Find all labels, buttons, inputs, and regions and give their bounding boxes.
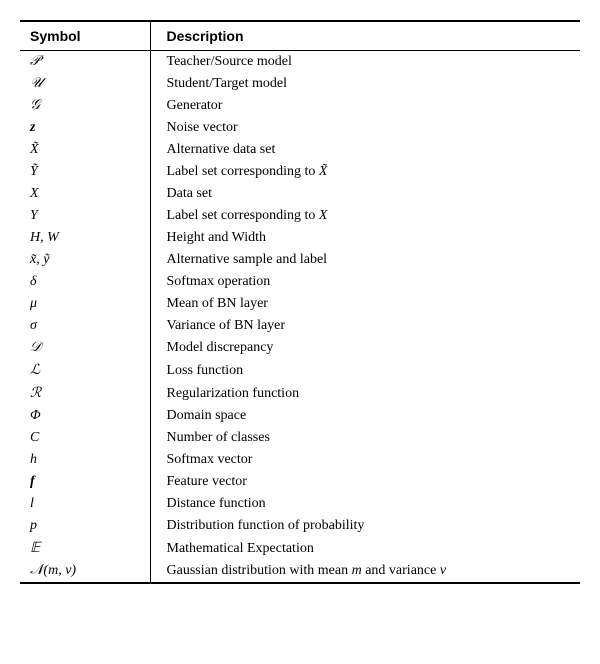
symbol-cell: Ỹ — [20, 161, 150, 183]
symbol-cell: 𝒰 — [20, 73, 150, 95]
description-cell: Student/Target model — [150, 73, 580, 95]
description-cell: Mean of BN layer — [150, 293, 580, 315]
symbol-cell: ℒ — [20, 359, 150, 382]
description-cell: Generator — [150, 95, 580, 117]
symbol-cell: 𝒢 — [20, 95, 150, 117]
symbol-cell: p — [20, 515, 150, 537]
table-row: hSoftmax vector — [20, 449, 580, 471]
symbol-cell: X — [20, 183, 150, 205]
symbol-cell: μ — [20, 293, 150, 315]
table-row: CNumber of classes — [20, 427, 580, 449]
description-cell: Number of classes — [150, 427, 580, 449]
table-row: ỸLabel set corresponding to X̃ — [20, 161, 580, 183]
table-row: zNoise vector — [20, 117, 580, 139]
description-cell: Softmax vector — [150, 449, 580, 471]
symbol-cell: 𝒫 — [20, 51, 150, 74]
table-row: μMean of BN layer — [20, 293, 580, 315]
table-row: 𝒟Model discrepancy — [20, 337, 580, 359]
description-cell: Feature vector — [150, 471, 580, 493]
table-row: X̃Alternative data set — [20, 139, 580, 161]
table-row: 𝒢Generator — [20, 95, 580, 117]
symbol-cell: l — [20, 493, 150, 515]
table-row: H, WHeight and Width — [20, 227, 580, 249]
table-row: fFeature vector — [20, 471, 580, 493]
table-row: δSoftmax operation — [20, 271, 580, 293]
description-cell: Data set — [150, 183, 580, 205]
table-row: σVariance of BN layer — [20, 315, 580, 337]
description-cell: Mathematical Expectation — [150, 537, 580, 560]
table-row: lDistance function — [20, 493, 580, 515]
table-header-row: Symbol Description — [20, 21, 580, 51]
symbol-column-header: Symbol — [20, 21, 150, 51]
table-row: 𝒩(m, v)Gaussian distribution with mean m… — [20, 560, 580, 583]
symbol-cell: ℛ — [20, 382, 150, 405]
description-cell: Height and Width — [150, 227, 580, 249]
table-body: 𝒫Teacher/Source model𝒰Student/Target mod… — [20, 51, 580, 584]
description-cell: Regularization function — [150, 382, 580, 405]
table-row: 𝒫Teacher/Source model — [20, 51, 580, 74]
description-cell: Noise vector — [150, 117, 580, 139]
description-cell: Distance function — [150, 493, 580, 515]
description-cell: Loss function — [150, 359, 580, 382]
description-cell: Alternative sample and label — [150, 249, 580, 271]
symbol-cell: z — [20, 117, 150, 139]
description-cell: Alternative data set — [150, 139, 580, 161]
symbol-cell: δ — [20, 271, 150, 293]
description-cell: Label set corresponding to X̃ — [150, 161, 580, 183]
symbol-cell: 𝒟 — [20, 337, 150, 359]
description-cell: Softmax operation — [150, 271, 580, 293]
symbol-cell: X̃ — [20, 139, 150, 161]
table-row: x̃, ỹAlternative sample and label — [20, 249, 580, 271]
description-cell: Gaussian distribution with mean m and va… — [150, 560, 580, 583]
symbol-cell: Y — [20, 205, 150, 227]
main-table-container: Symbol Description 𝒫Teacher/Source model… — [20, 20, 580, 584]
description-cell: Label set corresponding to X — [150, 205, 580, 227]
table-row: ℛRegularization function — [20, 382, 580, 405]
symbol-cell: x̃, ỹ — [20, 249, 150, 271]
description-cell: Teacher/Source model — [150, 51, 580, 74]
description-column-header: Description — [150, 21, 580, 51]
description-cell: Variance of BN layer — [150, 315, 580, 337]
table-row: XData set — [20, 183, 580, 205]
table-row: pDistribution function of probability — [20, 515, 580, 537]
table-row: 𝔼Mathematical Expectation — [20, 537, 580, 560]
symbol-table: Symbol Description 𝒫Teacher/Source model… — [20, 20, 580, 584]
symbol-cell: 𝒩(m, v) — [20, 560, 150, 583]
symbol-cell: Φ — [20, 405, 150, 427]
symbol-cell: h — [20, 449, 150, 471]
symbol-cell: H, W — [20, 227, 150, 249]
symbol-cell: σ — [20, 315, 150, 337]
description-cell: Distribution function of probability — [150, 515, 580, 537]
table-row: YLabel set corresponding to X — [20, 205, 580, 227]
table-row: ℒLoss function — [20, 359, 580, 382]
symbol-cell: 𝔼 — [20, 537, 150, 560]
description-cell: Domain space — [150, 405, 580, 427]
description-cell: Model discrepancy — [150, 337, 580, 359]
symbol-cell: C — [20, 427, 150, 449]
symbol-cell: f — [20, 471, 150, 493]
table-row: ΦDomain space — [20, 405, 580, 427]
table-row: 𝒰Student/Target model — [20, 73, 580, 95]
